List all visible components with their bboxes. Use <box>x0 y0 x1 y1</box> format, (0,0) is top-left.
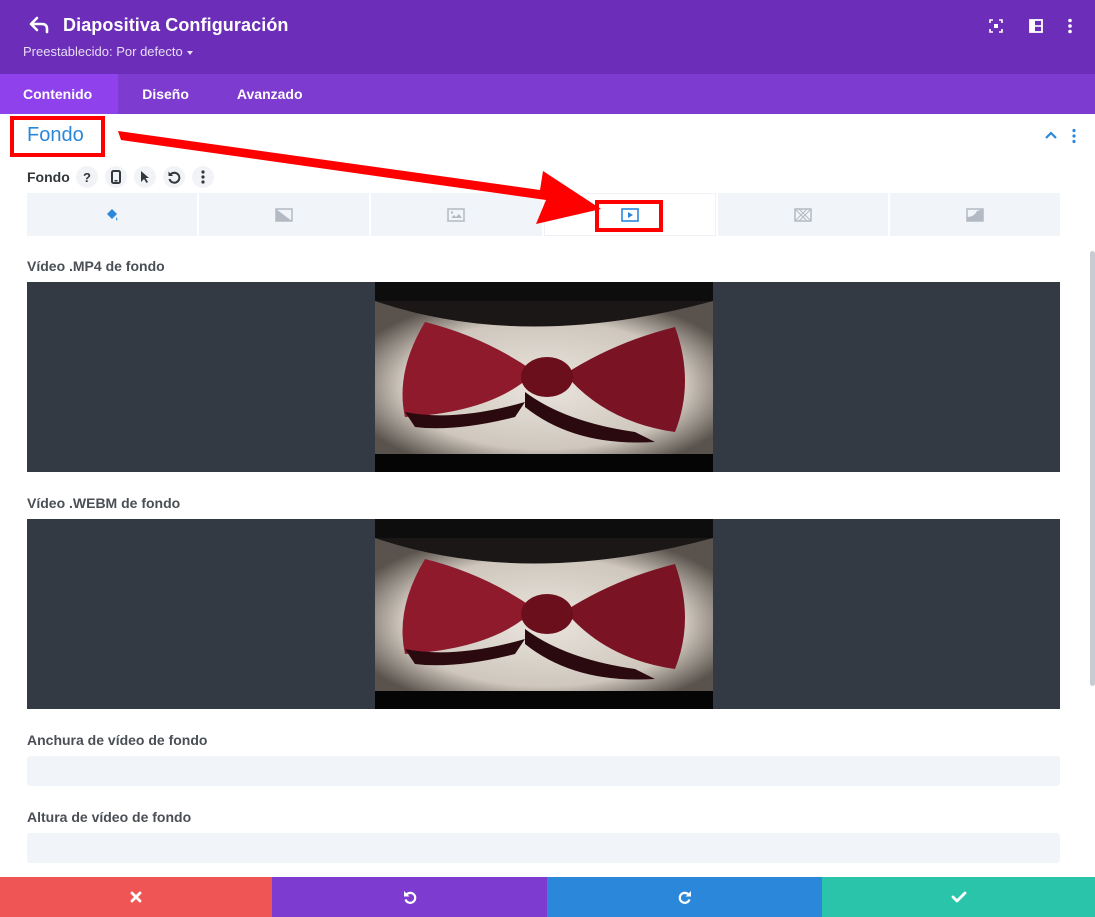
background-type-tabs <box>27 193 1061 236</box>
discard-button[interactable] <box>0 877 272 917</box>
field-label-mp4: Vídeo .MP4 de fondo <box>27 258 165 274</box>
field-label-webm: Vídeo .WEBM de fondo <box>27 495 181 511</box>
redo-icon <box>678 891 691 904</box>
section-title-fondo[interactable]: Fondo <box>27 124 84 147</box>
video-icon <box>620 207 639 222</box>
field-label-height: Altura de vídeo de fondo <box>27 809 192 825</box>
undo-button[interactable] <box>272 877 547 917</box>
pattern-icon <box>794 207 812 222</box>
columns-layout-icon[interactable] <box>1027 17 1045 35</box>
more-vertical-icon[interactable] <box>1061 17 1079 35</box>
section-more-icon[interactable] <box>1068 128 1080 144</box>
caret-down-icon <box>186 50 193 55</box>
image-icon <box>447 207 466 222</box>
help-icon[interactable]: ? <box>76 166 98 188</box>
mobile-icon[interactable] <box>105 166 127 188</box>
redo-button[interactable] <box>547 877 822 917</box>
bg-tab-gradient[interactable] <box>199 193 370 236</box>
tab-diseno[interactable]: Diseño <box>118 74 213 114</box>
video-upload-mp4[interactable] <box>27 282 1060 472</box>
reset-icon[interactable] <box>163 166 185 188</box>
more-icon[interactable] <box>192 166 214 188</box>
undo-icon <box>403 891 416 904</box>
bg-tab-mask[interactable] <box>889 193 1061 236</box>
field-label-width: Anchura de vídeo de fondo <box>27 732 208 748</box>
bg-tab-color[interactable] <box>27 193 198 236</box>
modal-title: Diapositiva Configuración <box>63 15 289 35</box>
discard-icon <box>130 891 142 903</box>
mask-icon <box>966 207 984 222</box>
video-thumbnail-webm <box>375 519 713 709</box>
tab-avanzado[interactable]: Avanzado <box>213 74 327 114</box>
tab-bar: Contenido Diseño Avanzado <box>0 74 1095 114</box>
video-width-input[interactable] <box>27 756 1060 786</box>
bg-tab-video[interactable] <box>543 193 716 236</box>
preset-label: Preestablecido: Por defecto <box>23 44 183 59</box>
undo-arrow-icon[interactable] <box>28 14 50 36</box>
video-height-input[interactable] <box>27 833 1060 863</box>
chevron-up-icon[interactable] <box>1044 128 1058 142</box>
gradient-icon <box>275 207 293 222</box>
video-upload-webm[interactable] <box>27 519 1060 709</box>
settings-header: Diapositiva Configuración Preestablecido… <box>0 0 1095 74</box>
video-thumbnail-mp4 <box>375 282 713 472</box>
save-check-icon <box>951 891 966 903</box>
bg-tab-pattern[interactable] <box>717 193 888 236</box>
field-label-fondo: Fondo <box>27 169 70 185</box>
cursor-icon[interactable] <box>134 166 156 188</box>
expand-icon[interactable] <box>987 17 1005 35</box>
bg-tab-image[interactable] <box>371 193 542 236</box>
paint-bucket-icon <box>107 208 118 220</box>
preset-dropdown[interactable]: Preestablecido: Por defecto <box>23 44 193 59</box>
scrollbar[interactable] <box>1090 251 1095 686</box>
save-button[interactable] <box>822 877 1095 917</box>
footer-actions <box>0 877 1095 917</box>
tab-contenido[interactable]: Contenido <box>0 74 119 114</box>
